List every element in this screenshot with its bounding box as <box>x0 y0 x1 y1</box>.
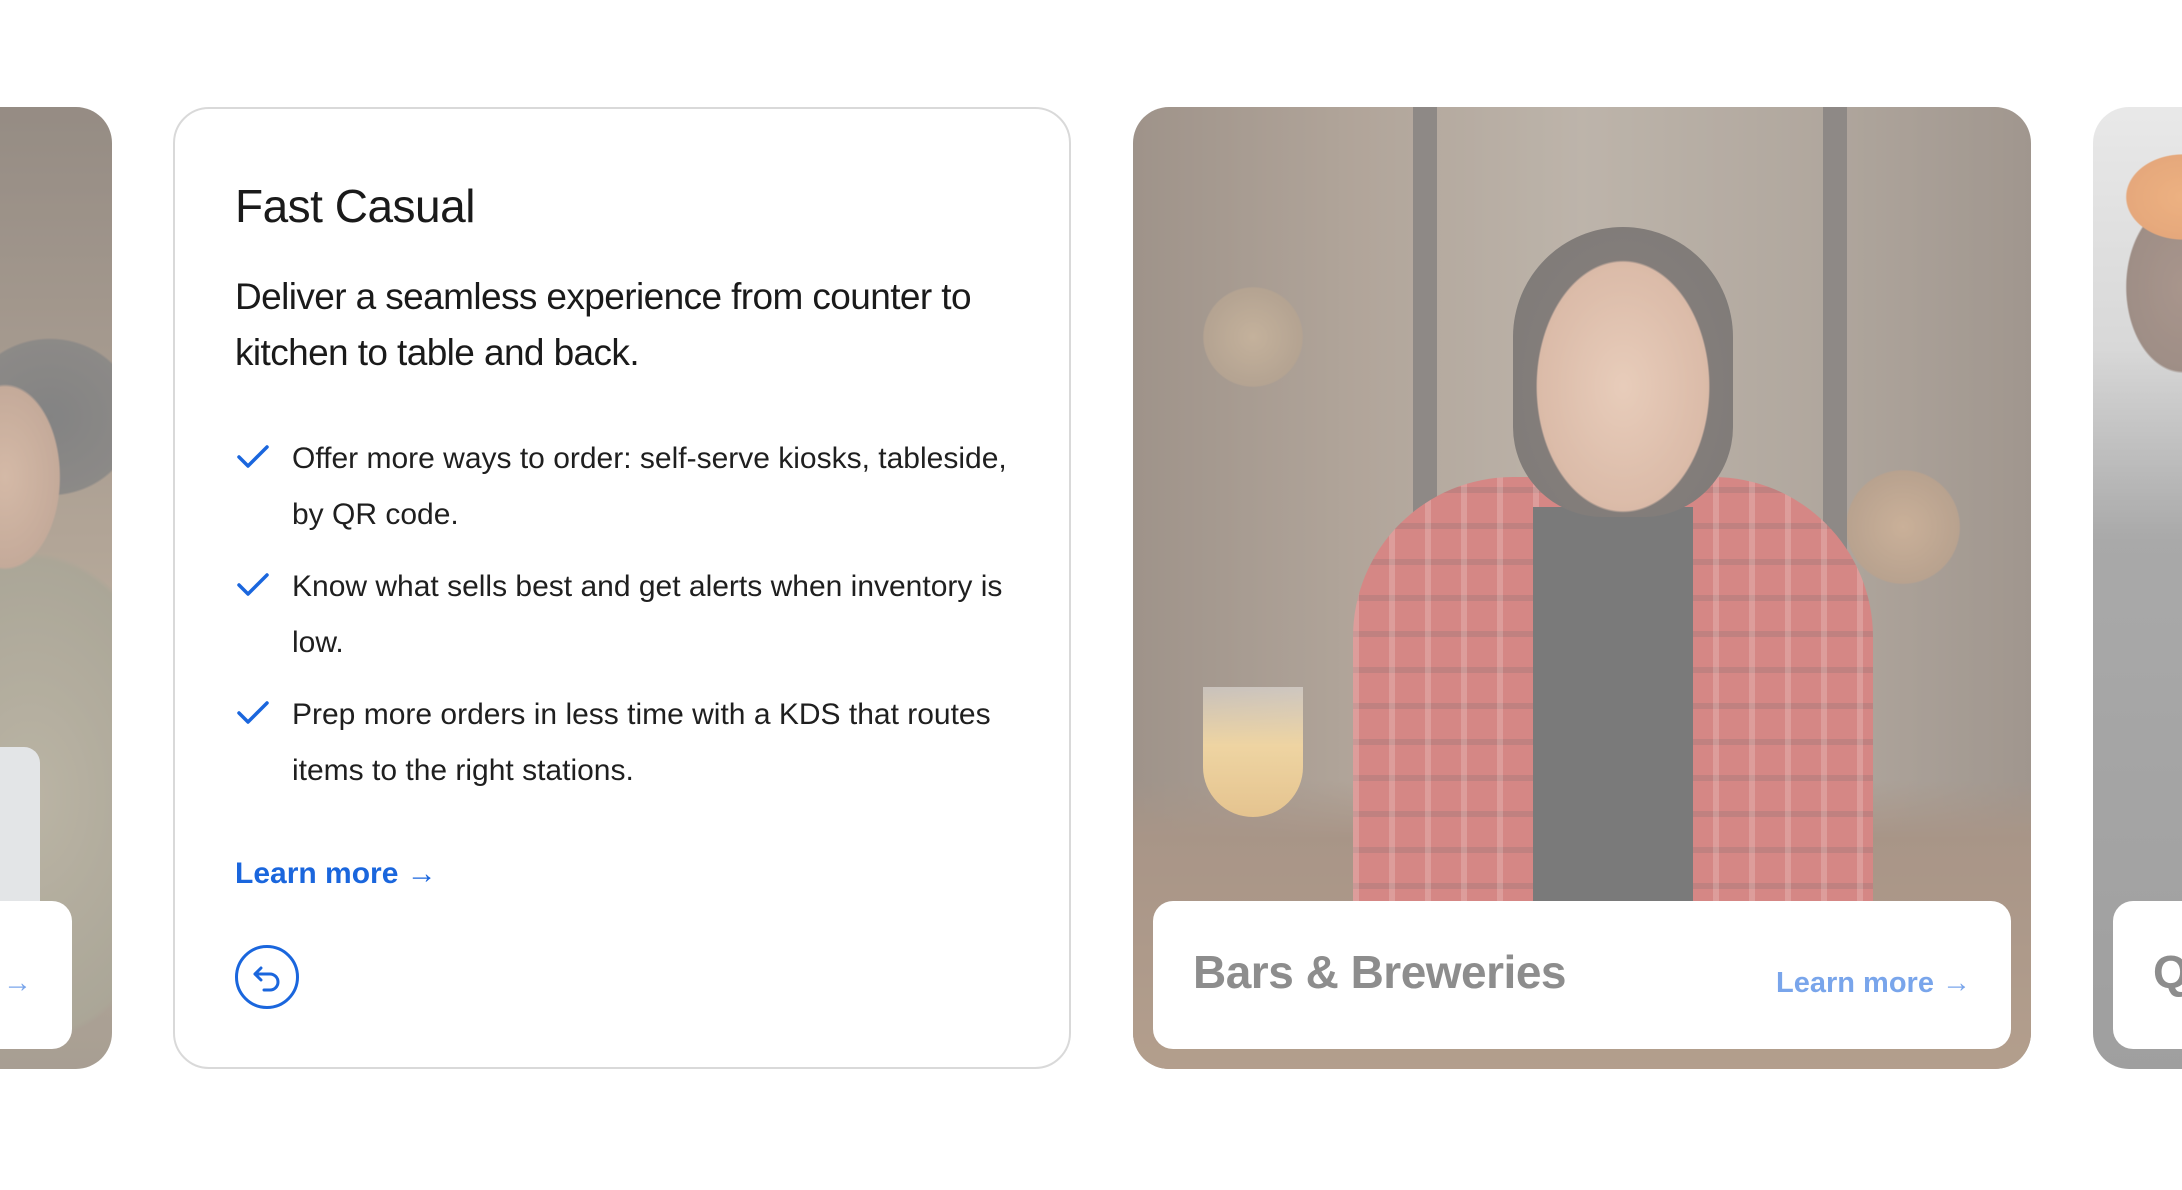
feature-text: Prep more orders in less time with a KDS… <box>292 698 991 787</box>
checkmark-icon <box>237 701 269 724</box>
learn-more-link[interactable]: Learn more → <box>0 967 32 1000</box>
industry-card-previous[interactable]: Learn more → <box>0 107 112 1069</box>
industry-card-next[interactable]: Q <box>2093 107 2182 1069</box>
feature-item: Offer more ways to order: self-serve kio… <box>235 431 1015 543</box>
checkmark-icon <box>237 445 269 468</box>
back-arrow-circle-icon <box>253 966 280 992</box>
checkmark-icon <box>237 573 269 596</box>
beer-glass <box>1203 687 1303 817</box>
card-title: Q <box>2153 946 2182 998</box>
learn-more-link[interactable]: Learn more → <box>235 857 437 891</box>
flip-back-button[interactable] <box>235 945 299 1009</box>
card-subtitle: Deliver a seamless experience from count… <box>235 276 972 373</box>
feature-text: Know what sells best and get alerts when… <box>292 570 1003 659</box>
feature-item: Know what sells best and get alerts when… <box>235 559 1015 671</box>
industry-carousel: Learn more → Fast Casual Deliver a seaml… <box>0 0 2182 1190</box>
feature-item: Prep more orders in less time with a KDS… <box>235 687 1015 799</box>
card-caption-panel: Bars & Breweries Learn more → <box>1153 901 2011 1049</box>
card-title: Bars & Breweries <box>1193 946 1566 998</box>
card-caption-panel: Learn more → <box>0 901 72 1049</box>
feature-text: Offer more ways to order: self-serve kio… <box>292 442 1007 531</box>
learn-more-link[interactable]: Learn more → <box>1776 967 1971 1000</box>
card-title: Fast Casual <box>235 180 475 232</box>
feature-list: Offer more ways to order: self-serve kio… <box>235 431 1015 815</box>
industry-card-fast-casual: Fast Casual Deliver a seamless experienc… <box>173 107 1071 1069</box>
card-caption-panel: Q <box>2113 901 2182 1049</box>
person-head <box>1513 227 1733 517</box>
industry-card-bars-breweries[interactable]: Bars & Breweries Learn more → <box>1133 107 2031 1069</box>
